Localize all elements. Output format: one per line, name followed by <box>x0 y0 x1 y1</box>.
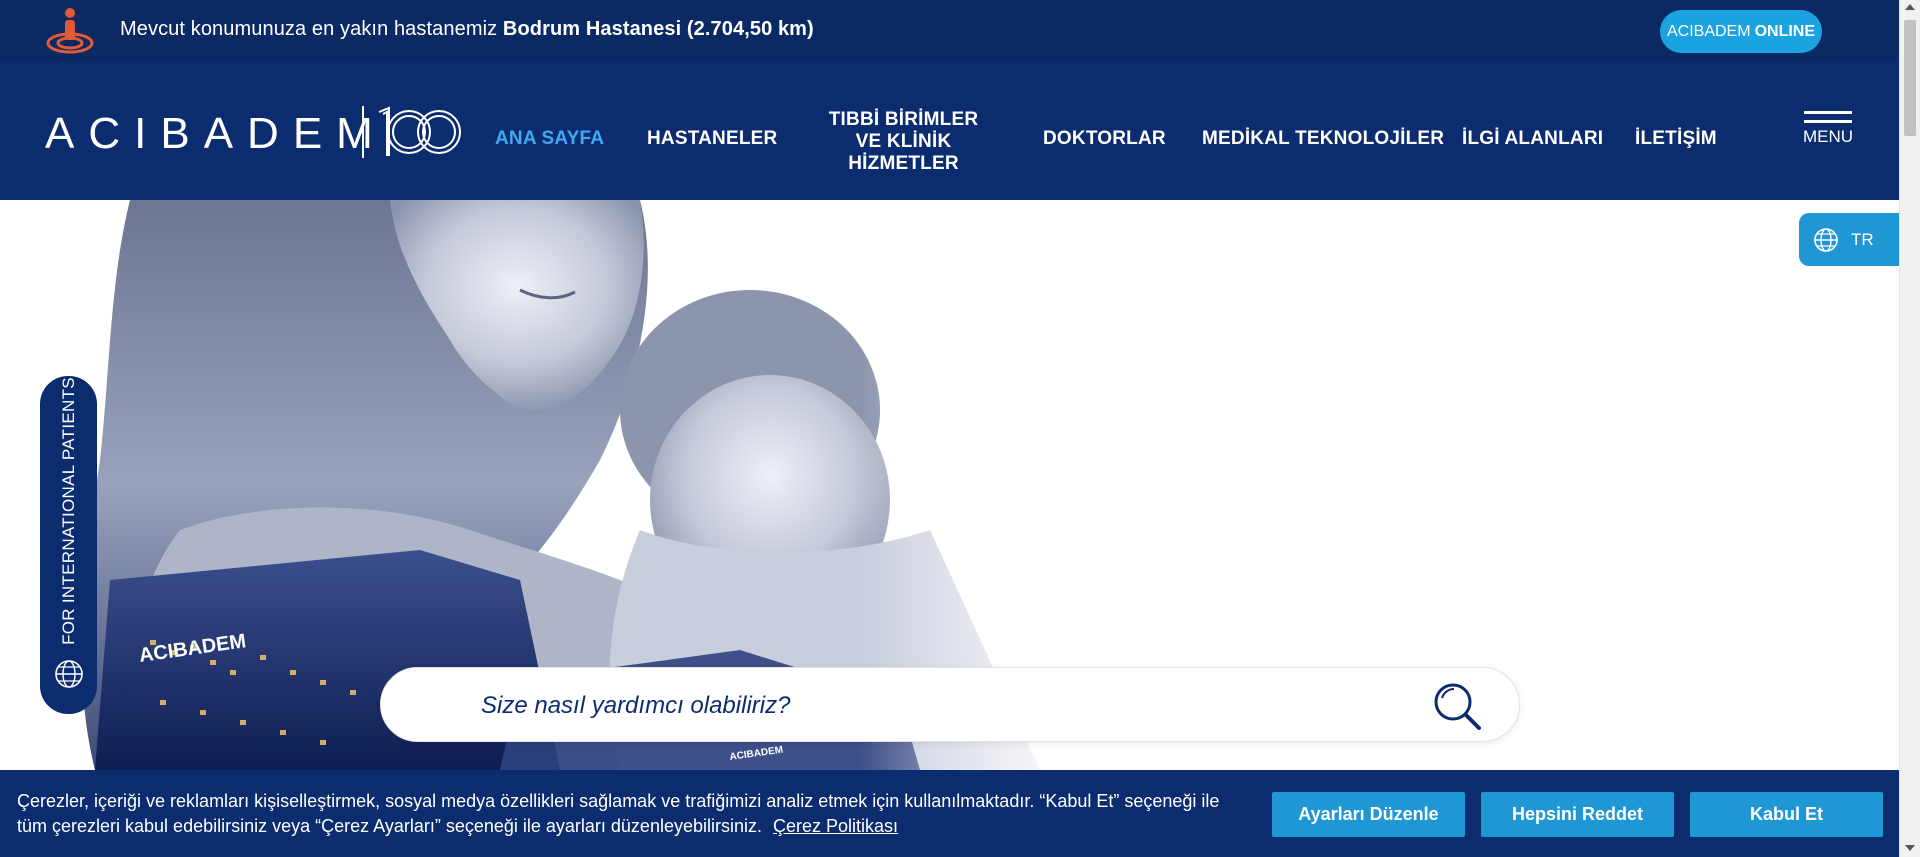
nav-hospitals[interactable]: HASTANELER <box>647 128 777 150</box>
centennial-badge-icon <box>378 106 461 156</box>
nav-medical-technologies[interactable]: MEDİKAL TEKNOLOJİLER <box>1202 128 1444 150</box>
hamburger-icon <box>1804 111 1852 114</box>
globe-icon <box>1814 227 1838 252</box>
nav-interests[interactable]: İLGİ ALANLARI <box>1462 128 1603 150</box>
scroll-down-arrow-icon[interactable] <box>1905 845 1915 851</box>
cookie-settings-button[interactable]: Ayarları Düzenle <box>1272 792 1465 837</box>
nearest-hospital-text: Mevcut konumunuza en yakın hastanemiz Bo… <box>120 18 814 41</box>
international-patients-tab[interactable]: FOR INTERNATIONAL PATIENTS <box>40 376 97 714</box>
scroll-thumb[interactable] <box>1904 20 1916 136</box>
cookie-message: Çerezler, içeriği ve reklamları kişisell… <box>17 791 1220 836</box>
international-patients-label: FOR INTERNATIONAL PATIENTS <box>58 377 78 645</box>
location-bar: Mevcut konumunuza en yakın hastanemiz Bo… <box>0 0 1899 62</box>
nav-contact[interactable]: İLETİŞİM <box>1635 128 1717 150</box>
logo-wordmark: ACIBADEM <box>45 109 387 158</box>
nearest-hospital-prefix: Mevcut konumunuza en yakın hastanemiz <box>120 18 498 40</box>
scroll-up-arrow-icon[interactable] <box>1905 4 1915 10</box>
menu-button[interactable]: MENU <box>1800 111 1856 161</box>
page: Mevcut konumunuza en yakın hastanemiz Bo… <box>0 0 1920 857</box>
search-input[interactable]: Size nasıl yardımcı olabiliriz? <box>481 692 790 720</box>
hamburger-icon-bar <box>1804 120 1852 123</box>
nav-medical-units-line1: TIBBİ BİRİMLER <box>828 109 979 130</box>
cookie-text: Çerezler, içeriği ve reklamları kişisell… <box>17 789 1237 839</box>
main-nav: ACIBADEM ANA SAYFA HASTANELER TIBBİ BİRİ… <box>0 62 1899 200</box>
cookie-reject-button[interactable]: Hepsini Reddet <box>1481 792 1674 837</box>
nav-medical-units-line2: VE KLİNİK HİZMETLER <box>848 131 959 174</box>
nav-doctors[interactable]: DOKTORLAR <box>1043 128 1166 150</box>
acibadem-logo[interactable]: ACIBADEM <box>45 102 465 162</box>
nav-medical-units[interactable]: TIBBİ BİRİMLER VE KLİNİK HİZMETLER <box>811 109 996 175</box>
nearest-hospital-link[interactable]: Bodrum Hastanesi (2.704,50 km) <box>503 18 814 40</box>
online-button-suffix: ONLINE <box>1754 22 1816 40</box>
acibadem-online-button[interactable]: ACIBADEM ONLINE <box>1660 10 1822 53</box>
nav-home[interactable]: ANA SAYFA <box>495 128 604 150</box>
cookie-policy-link[interactable]: Çerez Politikası <box>773 816 898 836</box>
language-label: TR <box>1851 229 1874 249</box>
globe-icon <box>55 660 83 688</box>
search-icon[interactable] <box>1431 680 1485 732</box>
online-button-prefix: ACIBADEM <box>1666 22 1751 40</box>
cookie-accept-button[interactable]: Kabul Et <box>1690 792 1883 837</box>
language-switch[interactable]: TR <box>1799 213 1900 266</box>
menu-label: MENU <box>1802 127 1854 146</box>
location-pin-icon <box>46 8 94 54</box>
site-search[interactable]: Size nasıl yardımcı olabiliriz? <box>380 667 1520 742</box>
page-scrollbar[interactable] <box>1899 0 1920 857</box>
